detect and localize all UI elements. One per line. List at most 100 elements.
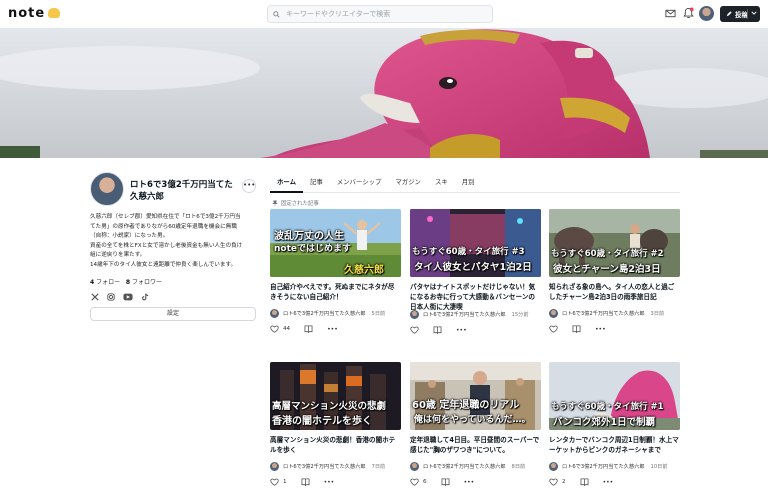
article-title[interactable]: パタヤはナイトスポットだけじゃない！気になるお寺に行って大感動＆バンセーンの日本… xyxy=(410,282,541,311)
author-name: ロト6で3億2千万円当てた久慈六郎 xyxy=(562,310,645,317)
magazine-add-icon[interactable] xyxy=(572,325,581,333)
follower-label: フォロワー xyxy=(131,279,162,286)
author-avatar xyxy=(549,308,558,318)
article-thumbnail[interactable]: 60歳 定年退職のリアル 俺は何をやっているんだ…。 xyxy=(410,362,541,430)
magazine-add-icon[interactable] xyxy=(301,478,310,486)
article-card[interactable]: もうすぐ60歳・タイ旅行 #2 彼女とチャーン島2泊3日 知られざる象の島へ。タ… xyxy=(549,209,680,334)
article-thumbnail[interactable]: もうすぐ60歳・タイ旅行 #2 彼女とチャーン島2泊3日 xyxy=(549,209,680,277)
tiktok-icon[interactable] xyxy=(141,293,149,301)
youtube-icon[interactable] xyxy=(123,293,133,301)
article-thumbnail[interactable]: 高層マンション火災の悲劇 香港の闇ホテルを歩く xyxy=(270,362,401,430)
follow-stats: 4 フォロー 8 フォロワー xyxy=(90,277,162,286)
author-avatar xyxy=(270,308,279,318)
author-avatar xyxy=(410,309,419,319)
thumbnail-caption-1: 高層マンション火災の悲劇 xyxy=(272,401,387,412)
follow-link[interactable]: 4 フォロー xyxy=(90,279,120,286)
magazine-add-icon[interactable] xyxy=(580,478,589,486)
post-time: 5日前 xyxy=(371,310,386,317)
follower-link[interactable]: 8 フォロワー xyxy=(126,279,162,286)
more-icon[interactable]: ••• xyxy=(595,326,606,333)
more-icon[interactable]: ••• xyxy=(324,479,335,486)
more-options-button[interactable]: ••• xyxy=(242,179,256,193)
heart-icon[interactable] xyxy=(270,478,279,486)
social-links xyxy=(91,293,149,301)
magazine-add-icon[interactable] xyxy=(433,326,442,334)
more-icon[interactable]: ••• xyxy=(327,326,338,333)
post-button[interactable]: 投稿 xyxy=(720,6,760,22)
article-title[interactable]: 高層マンション火災の悲劇！香港の闇ホテルを歩く xyxy=(270,435,401,457)
thumbnail-caption-2: タイ人彼女とパタヤ1泊2日 xyxy=(414,262,532,273)
header-banner-image xyxy=(0,28,768,158)
user-avatar[interactable] xyxy=(699,6,714,21)
magazine-add-icon[interactable] xyxy=(441,478,450,486)
article-author[interactable]: ロト6で3億2千万円当てた久慈六郎 15分前 xyxy=(410,309,541,319)
more-icon[interactable]: ••• xyxy=(603,479,614,486)
article-card[interactable]: もうすぐ60歳・タイ旅行 #3 タイ人彼女とパタヤ1泊2日 パタヤはナイトスポッ… xyxy=(410,209,541,335)
magazine-add-icon[interactable] xyxy=(304,325,313,333)
mail-icon[interactable] xyxy=(665,8,676,19)
heart-icon[interactable] xyxy=(549,478,558,486)
thumbnail-caption-2: noteではじめます xyxy=(274,244,351,254)
pinned-text: 固定された記事 xyxy=(281,201,319,207)
heart-icon[interactable] xyxy=(410,326,419,334)
top-header: note キーワードやクリエイターで検索 投稿 xyxy=(0,0,768,28)
article-actions: 2 ••• xyxy=(549,477,680,487)
post-time: 3日前 xyxy=(650,310,665,317)
tab-articles[interactable]: 記事 xyxy=(303,176,330,193)
thumbnail-caption-2: 彼女とチャーン島2泊3日 xyxy=(553,264,661,275)
like-count: 1 xyxy=(283,479,287,485)
search-icon xyxy=(273,10,280,18)
article-card[interactable]: 高層マンション火災の悲劇 香港の闇ホテルを歩く 高層マンション火災の悲劇！香港の… xyxy=(270,362,401,487)
like-count: 44 xyxy=(283,326,291,332)
article-author[interactable]: ロト6で3億2千万円当てた久慈六郎 7日前 xyxy=(270,461,401,471)
author-name: ロト6で3億2千万円当てた久慈六郎 xyxy=(423,463,506,470)
author-avatar xyxy=(410,461,419,471)
thumbnail-caption-3: 久慈六郎 xyxy=(344,265,384,276)
follow-label: フォロー xyxy=(96,279,121,286)
article-card[interactable]: 60歳 定年退職のリアル 俺は何をやっているんだ…。 定年退職して4日目。平日昼… xyxy=(410,362,541,487)
ganesha-banner-illustration xyxy=(0,28,768,158)
article-title[interactable]: 知られざる象の島へ。タイ人の恋人と過ごしたチャーン島2泊3日の雨季旅日記 xyxy=(549,282,680,304)
article-title[interactable]: 定年退職して4日目。平日昼間のスーパーで感じた"胸のザワつき"について。 xyxy=(410,435,541,457)
heart-icon[interactable] xyxy=(270,325,279,333)
note-logo[interactable]: note xyxy=(8,6,61,21)
profile-name: ロト6で3億2千万円当てた久慈六郎 xyxy=(130,180,233,202)
tab-magazine[interactable]: マガジン xyxy=(388,176,428,193)
tab-home[interactable]: ホーム xyxy=(270,176,303,193)
chevron-down-icon[interactable] xyxy=(751,10,757,16)
article-author[interactable]: ロト6で3億2千万円当てた久慈六郎 8日前 xyxy=(410,461,541,471)
bell-icon[interactable] xyxy=(683,7,694,19)
more-icon[interactable]: ••• xyxy=(464,479,475,486)
heart-icon[interactable] xyxy=(410,478,419,486)
article-author[interactable]: ロト6で3億2千万円当てた久慈六郎 10日前 xyxy=(549,461,680,471)
article-card[interactable]: 波乱万丈の人生 noteではじめます 久慈六郎 自己紹介やべえです。死ぬまでにネ… xyxy=(270,209,401,334)
thumbnail-caption-2: 香港の闇ホテルを歩く xyxy=(272,416,372,427)
mascot-icon xyxy=(48,7,61,18)
tab-membership[interactable]: メンバーシップ xyxy=(330,176,389,193)
instagram-icon[interactable] xyxy=(107,293,115,301)
article-title[interactable]: 自己紹介やべえです。死ぬまでにネタが尽きそうにない自己紹介！ xyxy=(270,282,401,304)
thumbnail-caption-1: もうすぐ60歳・タイ旅行 #1 xyxy=(551,402,664,412)
tab-likes[interactable]: スキ xyxy=(428,176,455,193)
pin-icon xyxy=(272,200,278,206)
pinned-label: 固定された記事 xyxy=(272,199,319,207)
profile-avatar[interactable] xyxy=(90,172,124,206)
article-title[interactable]: レンタカーでバンコク周辺1日制覇！水上マーケットからピンクのガネーシャまで xyxy=(549,435,680,457)
settings-button[interactable]: 設定 xyxy=(90,307,256,321)
article-author[interactable]: ロト6で3億2千万円当てた久慈六郎 3日前 xyxy=(549,308,680,318)
article-thumbnail[interactable]: もうすぐ60歳・タイ旅行 #1 バンコク郊外1日で制覇 xyxy=(549,362,680,430)
author-avatar xyxy=(270,461,279,471)
post-time: 10日前 xyxy=(650,463,668,470)
article-card[interactable]: もうすぐ60歳・タイ旅行 #1 バンコク郊外1日で制覇 レンタカーでバンコク周辺… xyxy=(549,362,680,487)
logo-text: note xyxy=(8,6,46,21)
article-author[interactable]: ロト6で3億2千万円当てた久慈六郎 5日前 xyxy=(270,308,401,318)
thumbnail-caption-1: 60歳 定年退職のリアル xyxy=(412,400,520,411)
article-thumbnail[interactable]: 波乱万丈の人生 noteではじめます 久慈六郎 xyxy=(270,209,401,277)
tab-monthly[interactable]: 月別 xyxy=(455,176,482,193)
search-input[interactable]: キーワードやクリエイターで検索 xyxy=(267,5,493,23)
heart-icon[interactable] xyxy=(549,325,558,333)
profile-bio: 久慈六郎（セレブ郡）愛知県在住で「ロト6で3億2千万円当 てた男」の原作者であり… xyxy=(90,214,243,268)
more-icon[interactable]: ••• xyxy=(456,327,467,334)
article-thumbnail[interactable]: もうすぐ60歳・タイ旅行 #3 タイ人彼女とパタヤ1泊2日 xyxy=(410,209,541,277)
x-icon[interactable] xyxy=(91,293,99,301)
